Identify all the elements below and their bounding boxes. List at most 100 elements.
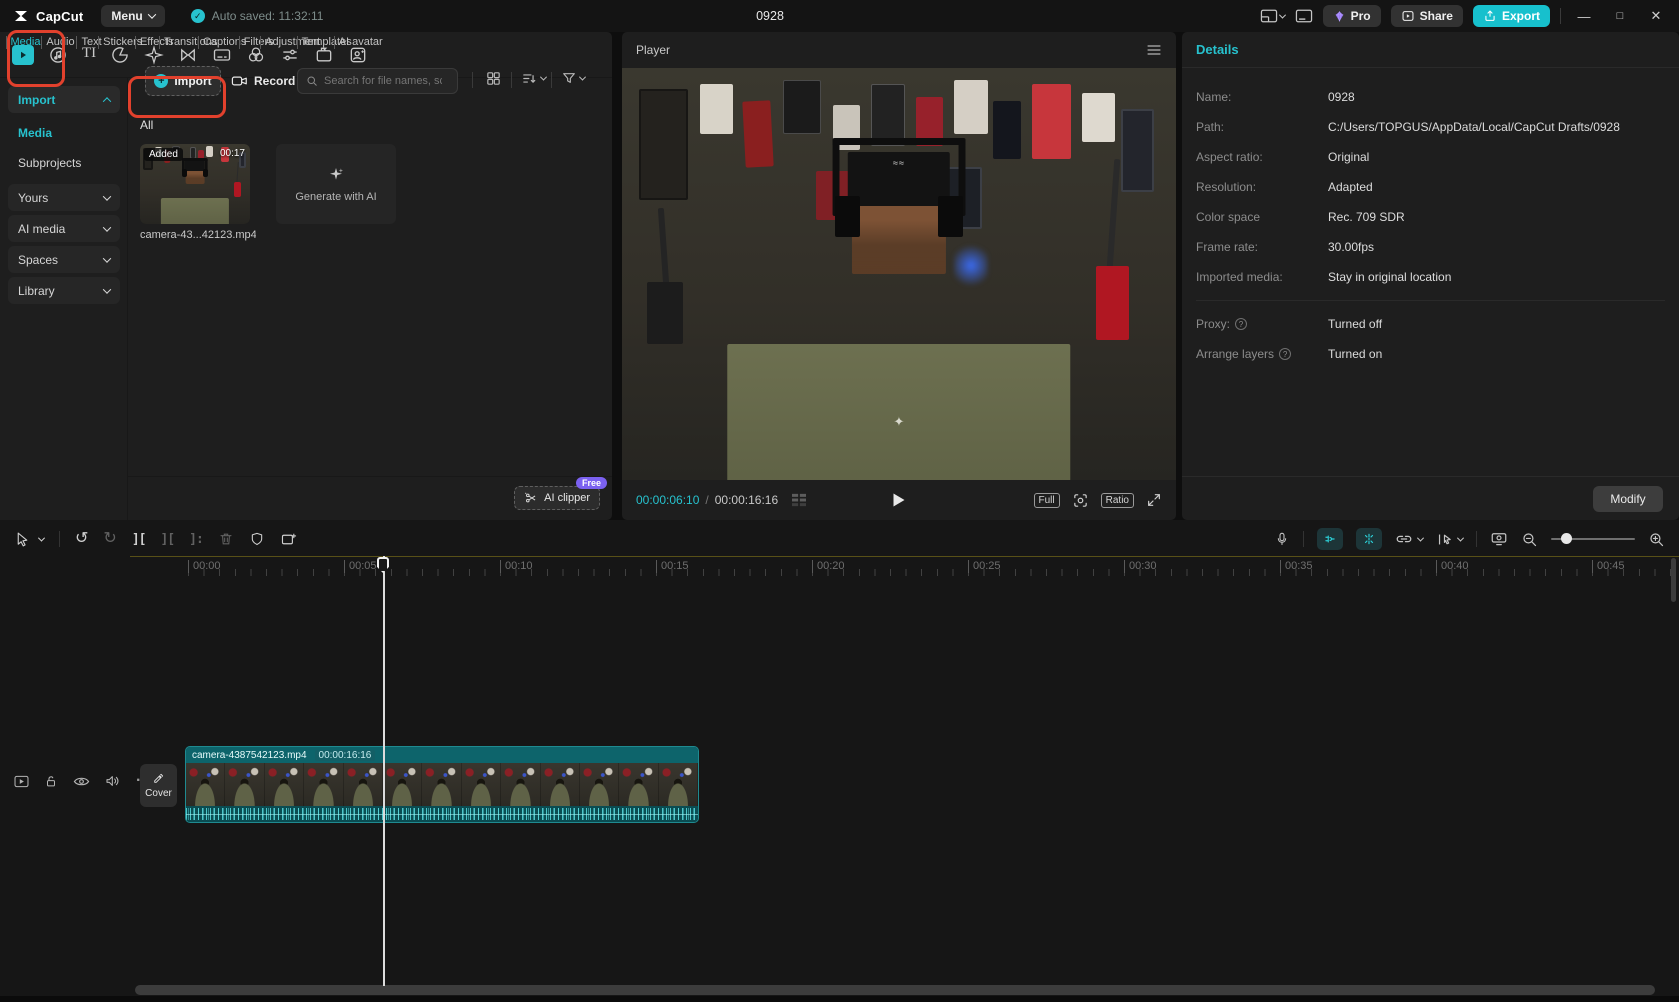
voiceover-mic-icon[interactable]	[1274, 531, 1290, 547]
clip-duration: 00:17	[219, 148, 245, 159]
sidebar-item-subprojects[interactable]: Subprojects	[18, 156, 81, 170]
sidebar-item-yours[interactable]: Yours	[8, 184, 120, 211]
modify-button[interactable]: Modify	[1593, 486, 1663, 512]
tab-media[interactable]: Media	[5, 36, 40, 65]
delete-right-button[interactable]: ]:	[189, 532, 204, 547]
visibility-eye-icon[interactable]	[73, 775, 90, 788]
minimize-button[interactable]: ―	[1571, 3, 1597, 29]
clip-filename: camera-4387542123.mp4	[192, 749, 307, 761]
record-button[interactable]: Record	[231, 70, 295, 92]
vertical-scrollbar[interactable]	[1671, 558, 1676, 602]
zoom-out-icon[interactable]	[1521, 531, 1538, 548]
playhead[interactable]	[383, 556, 385, 986]
menu-button[interactable]: Menu	[101, 5, 165, 27]
play-button[interactable]	[892, 492, 907, 508]
help-icon[interactable]: ?	[1235, 318, 1248, 330]
delete-left-button[interactable]: ][	[160, 532, 175, 547]
cover-button[interactable]: Cover	[140, 764, 177, 807]
mark-shield-icon[interactable]	[249, 531, 265, 547]
split-button[interactable]: ][	[132, 532, 147, 547]
share-button[interactable]: Share	[1390, 5, 1463, 27]
sidebar-item-spaces[interactable]: Spaces	[8, 246, 120, 273]
autosave-status: ✓ Auto saved: 11:32:11	[190, 9, 323, 23]
capcut-logo-icon	[12, 7, 30, 25]
generate-with-ai-card[interactable]: Generate with AI	[276, 144, 396, 224]
clip-header: camera-4387542123.mp4 00:00:16:16	[186, 747, 698, 763]
section-label: All	[140, 118, 154, 132]
search-input[interactable]	[324, 75, 442, 87]
ruler-label: 00:25	[968, 560, 1001, 573]
lock-icon[interactable]	[44, 774, 58, 789]
detail-row-name: Name: 0928	[1196, 90, 1355, 104]
delete-button[interactable]	[218, 531, 234, 547]
filter-icon[interactable]	[561, 70, 587, 86]
sidebar-item-ai-media[interactable]: AI media	[8, 215, 120, 242]
mute-speaker-icon[interactable]	[105, 774, 121, 788]
chevron-down-icon	[37, 534, 46, 542]
slider-knob[interactable]	[1561, 533, 1572, 544]
added-badge: Added	[144, 148, 183, 161]
player-controls: 00:00:06:10 / 00:00:16:16 Full Ratio	[622, 480, 1176, 520]
ratio-button[interactable]: Ratio	[1100, 492, 1134, 508]
pro-button[interactable]: Pro	[1322, 5, 1381, 27]
import-button[interactable]: + Import	[145, 66, 221, 96]
detail-row-path: Path: C:/Users/TOPGUS/AppData/Local/CapCu…	[1196, 120, 1620, 134]
neon-light	[954, 241, 988, 291]
tab-captions[interactable]: Captions	[197, 36, 246, 65]
horizontal-scrollbar[interactable]	[135, 985, 1655, 995]
tab-stickers[interactable]: Stickers	[98, 36, 142, 65]
timeline-ruler[interactable]: 00:00 00:05 00:10 00:15 00:20 00:25 00:3…	[130, 556, 1679, 580]
search-box[interactable]	[297, 68, 458, 94]
export-button[interactable]: Export	[1472, 5, 1550, 27]
media-clip-card[interactable]: Added 00:17	[140, 144, 250, 224]
video-frame: ✦ ≈≈	[622, 68, 1176, 480]
sidebar-item-library[interactable]: Library	[8, 277, 120, 304]
gem-icon	[1333, 10, 1346, 23]
window-bottom-edge	[0, 996, 1679, 1002]
clip-waveform	[186, 806, 698, 822]
clip-filmstrip	[186, 763, 698, 806]
focus-frame-icon[interactable]	[1072, 492, 1089, 509]
undo-button[interactable]: ↺	[75, 531, 88, 547]
timeline-clip[interactable]: camera-4387542123.mp4 00:00:16:16	[185, 746, 699, 823]
ai-clipper-button[interactable]: AI clipper Free	[514, 477, 607, 510]
divider	[1476, 531, 1477, 547]
scissors-icon	[524, 491, 538, 505]
player-menu-icon[interactable]	[1146, 44, 1162, 56]
full-button[interactable]: Full	[1033, 492, 1060, 508]
frame-columns-icon[interactable]	[790, 493, 808, 507]
detail-row-imported-media: Imported media: Stay in original location	[1196, 270, 1452, 284]
add-frame-icon[interactable]	[280, 531, 297, 548]
video-preview[interactable]: ✦ ≈≈	[622, 68, 1176, 480]
timeline-preview-icon[interactable]	[1490, 531, 1508, 547]
magnetic-snap-toggle[interactable]	[1317, 528, 1343, 550]
preview-cursor-icon[interactable]	[1436, 532, 1465, 547]
media-panel: Media Audio TI Text Stickers Effects Tra…	[0, 32, 612, 520]
maximize-button[interactable]: □	[1607, 3, 1633, 29]
fullscreen-icon[interactable]	[1146, 492, 1162, 508]
track-controls: ···	[14, 772, 158, 790]
layout-panels-icon[interactable]	[1260, 8, 1286, 24]
close-button[interactable]: ✕	[1643, 3, 1669, 29]
search-icon	[306, 75, 318, 87]
titlebar: CapCut Menu ✓ Auto saved: 11:32:11 0928 …	[0, 0, 1679, 32]
layout-bottombar-icon[interactable]	[1295, 8, 1313, 24]
tab-audio[interactable]: Audio	[41, 36, 75, 65]
grid-view-icon[interactable]	[485, 70, 502, 87]
chevron-down-icon	[539, 73, 548, 81]
current-timecode: 00:00:06:10	[636, 493, 700, 507]
sidebar-item-import[interactable]: Import	[8, 86, 120, 113]
timeline-zoom-slider[interactable]	[1551, 533, 1635, 544]
sort-icon[interactable]	[521, 70, 548, 87]
tab-ai-avatar[interactable]: AI avatar	[333, 36, 383, 65]
camera-icon	[231, 74, 248, 88]
link-clips-icon[interactable]	[1395, 532, 1425, 546]
divider	[1560, 8, 1561, 24]
auto-attract-toggle[interactable]	[1356, 528, 1382, 550]
help-icon[interactable]: ?	[1279, 348, 1292, 360]
select-tool[interactable]	[14, 531, 46, 548]
zoom-in-icon[interactable]	[1648, 531, 1665, 548]
sidebar-item-media[interactable]: Media	[18, 126, 52, 140]
redo-button[interactable]: ↻	[103, 531, 116, 547]
chevron-down-icon	[102, 222, 112, 232]
